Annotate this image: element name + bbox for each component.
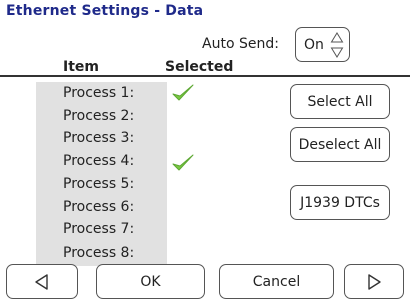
j1939-dtcs-button[interactable]: J1939 DTCs [290, 185, 390, 220]
header-divider [0, 75, 410, 77]
process-8-label: Process 8: [63, 245, 135, 261]
process-7-label: Process 7: [63, 221, 135, 237]
select-all-button[interactable]: Select All [290, 84, 390, 119]
auto-send-spinner[interactable]: On [295, 27, 350, 62]
process-2-label: Process 2: [63, 108, 135, 124]
process-4-label: Process 4: [63, 153, 135, 169]
process-1-label: Process 1: [63, 85, 135, 101]
process-1-checkmark-icon[interactable] [171, 82, 195, 104]
left-triangle-icon [35, 273, 48, 290]
deselect-all-button[interactable]: Deselect All [290, 127, 390, 162]
right-triangle-icon [368, 273, 381, 290]
process-5-label: Process 5: [63, 176, 135, 192]
selected-column-header: Selected [165, 59, 234, 75]
next-button[interactable] [344, 264, 404, 299]
item-column-header: Item [63, 59, 99, 75]
page-title: Ethernet Settings - Data [6, 3, 204, 19]
process-6-label: Process 6: [63, 199, 135, 215]
up-down-spinner-icon[interactable] [330, 31, 344, 59]
previous-button[interactable] [6, 264, 78, 299]
process-3-label: Process 3: [63, 130, 135, 146]
auto-send-label: Auto Send: [202, 36, 279, 52]
process-4-checkmark-icon[interactable] [171, 152, 195, 174]
ok-button[interactable]: OK [96, 264, 205, 299]
auto-send-value: On [304, 37, 324, 53]
cancel-button[interactable]: Cancel [219, 264, 334, 299]
